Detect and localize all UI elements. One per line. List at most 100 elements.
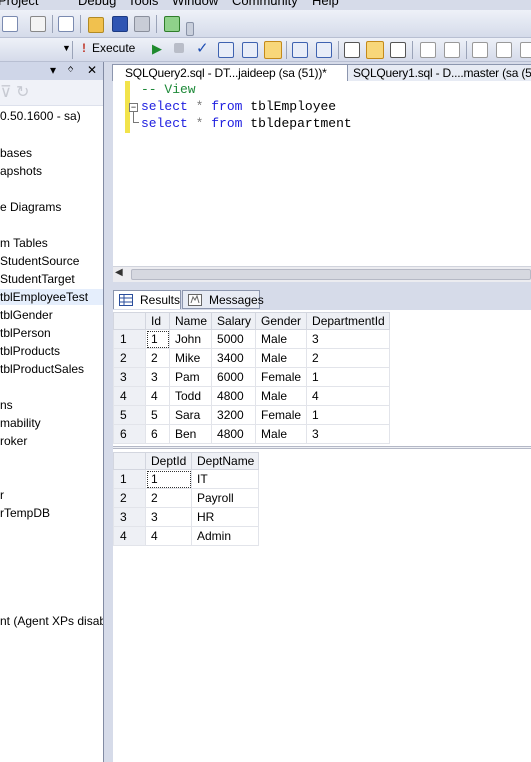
print-icon[interactable] <box>134 16 150 32</box>
close-icon[interactable]: ✕ <box>87 63 97 77</box>
grid-cell[interactable]: HR <box>190 507 260 527</box>
grid-cell[interactable]: 1 <box>145 329 170 349</box>
grid-cell[interactable]: Ben <box>168 424 213 444</box>
grid-cell[interactable]: 3 <box>306 424 390 444</box>
grid-cell[interactable]: 2 <box>145 348 170 368</box>
grid-cell[interactable]: 5000 <box>211 329 257 349</box>
tree-node-table[interactable]: StudentTarget <box>0 271 75 287</box>
column-header[interactable]: DeptName <box>190 452 260 470</box>
grid-cell[interactable]: Todd <box>168 386 213 406</box>
query-options-icon[interactable] <box>242 42 258 58</box>
row-number[interactable]: 5 <box>113 405 146 425</box>
filter-icon[interactable]: ⊽ <box>0 82 12 102</box>
row-number[interactable]: 4 <box>113 526 146 546</box>
tree-node-server[interactable]: 0.50.1600 - sa) <box>0 108 81 124</box>
grid-cell[interactable]: Male <box>255 424 308 444</box>
grid-cell[interactable]: 5 <box>145 405 170 425</box>
row-number[interactable]: 1 <box>113 329 146 349</box>
auto-hide-pin-icon[interactable]: ᛜ <box>67 63 74 77</box>
intellisense-icon[interactable] <box>264 41 282 59</box>
row-number[interactable]: 4 <box>113 386 146 406</box>
row-number[interactable]: 3 <box>113 367 146 387</box>
row-number[interactable]: 1 <box>113 469 146 489</box>
tree-node-system-tables[interactable]: m Tables <box>0 235 48 251</box>
column-header[interactable]: Salary <box>211 312 257 330</box>
query-editor[interactable]: − -- View select * from tblEmployee sele… <box>113 81 531 266</box>
tree-node-agent[interactable]: nt (Agent XPs disabl <box>0 613 103 629</box>
column-header[interactable]: DepartmentId <box>306 312 390 330</box>
collapse-icon[interactable]: − <box>129 103 138 112</box>
department-results-grid[interactable]: DeptId DeptName 1 1 IT 2 2 Payroll 3 3 HR 4 4 Ad… <box>113 452 260 546</box>
menu-tools[interactable]: Tools <box>128 0 158 8</box>
pin-dropdown-icon[interactable]: ▾ <box>50 63 56 77</box>
grid-cell[interactable]: 3 <box>145 367 170 387</box>
table-row[interactable]: 5 5 Sara 3200 Female 1 <box>113 405 390 425</box>
scroll-left-arrow-icon[interactable]: ◀ <box>115 267 123 278</box>
menu-debug[interactable]: Debug <box>78 0 116 8</box>
grid-cell[interactable]: Admin <box>190 526 260 546</box>
tree-node-folder[interactable]: ns <box>0 397 13 413</box>
tree-node-table[interactable]: tblProductSales <box>0 361 84 377</box>
tree-node-table-selected[interactable]: tblEmployeeTest <box>0 289 103 305</box>
grid-cell[interactable]: 3400 <box>211 348 257 368</box>
grid-cell[interactable]: 6000 <box>211 367 257 387</box>
tree-node-folder[interactable]: r <box>0 487 4 503</box>
menu-community[interactable]: Community <box>232 0 298 8</box>
grid-cell[interactable]: Male <box>255 386 308 406</box>
execute-button[interactable]: ! Execute <box>82 41 135 59</box>
grid-cell[interactable]: 3 <box>306 329 390 349</box>
tab-sqlquery2-active[interactable]: SQLQuery2.sql - DT...jaideep (sa (51))* <box>112 64 348 81</box>
grid-cell[interactable]: Female <box>255 405 308 425</box>
design-query-icon[interactable] <box>292 42 308 58</box>
table-row[interactable]: 4 4 Todd 4800 Male 4 <box>113 386 390 406</box>
specify-template-icon[interactable] <box>520 42 531 58</box>
table-row[interactable]: 3 3 Pam 6000 Female 1 <box>113 367 390 387</box>
results-to-grid-icon[interactable] <box>366 41 384 59</box>
grid-cell[interactable]: 3 <box>145 507 192 527</box>
tree-node-snapshots[interactable]: apshots <box>0 163 42 179</box>
scrollbar-thumb[interactable] <box>131 269 531 280</box>
tree-node-table[interactable]: tblGender <box>0 307 53 323</box>
row-number[interactable]: 2 <box>113 488 146 508</box>
new-window-icon[interactable] <box>2 16 18 32</box>
parse-icon[interactable]: ✓ <box>196 39 209 57</box>
grid-cell[interactable]: Payroll <box>190 488 260 508</box>
open-folder-icon[interactable] <box>88 17 104 33</box>
grid-cell[interactable]: John <box>168 329 213 349</box>
tree-node-table[interactable]: StudentSource <box>0 253 79 269</box>
employee-results-grid[interactable]: Id Name Salary Gender DepartmentId 1 1 Joh… <box>113 312 390 444</box>
tree-node-folder[interactable]: mability <box>0 415 41 431</box>
tab-sqlquery1[interactable]: SQLQuery1.sql - D....master (sa (54)) <box>340 64 531 81</box>
table-row[interactable]: 1 1 IT <box>113 469 260 489</box>
tab-messages[interactable]: Messages <box>182 290 264 309</box>
grid-cell[interactable]: 6 <box>145 424 170 444</box>
comment-lines-icon[interactable] <box>420 42 436 58</box>
grid-cell[interactable]: 4 <box>306 386 390 406</box>
column-header[interactable]: Name <box>168 312 213 330</box>
row-number[interactable]: 3 <box>113 507 146 527</box>
tab-results[interactable]: Results <box>113 290 181 309</box>
table-row[interactable]: 2 2 Payroll <box>113 488 260 508</box>
decrease-indent-icon[interactable] <box>472 42 488 58</box>
toolbar-options-icon[interactable] <box>186 22 194 36</box>
estimated-plan-icon[interactable] <box>218 42 234 58</box>
grid-cell[interactable]: Male <box>255 329 308 349</box>
debug-icon[interactable]: ▶ <box>152 41 162 57</box>
tree-node-folder[interactable]: rTempDB <box>0 505 50 521</box>
grid-cell[interactable]: 2 <box>145 488 192 508</box>
editor-horizontal-scrollbar[interactable]: ◀ <box>113 266 531 282</box>
grid-cell[interactable]: Male <box>255 348 308 368</box>
new-file-icon[interactable] <box>58 16 74 32</box>
increase-indent-icon[interactable] <box>496 42 512 58</box>
menu-window[interactable]: Window <box>172 0 218 8</box>
column-header[interactable]: Gender <box>255 312 308 330</box>
grid-cell[interactable]: 4 <box>145 526 192 546</box>
row-number[interactable]: 6 <box>113 424 146 444</box>
tree-node-table[interactable]: tblProducts <box>0 343 60 359</box>
grid-cell[interactable]: Sara <box>168 405 213 425</box>
grid-cell[interactable]: 1 <box>145 469 192 489</box>
grid-cell[interactable]: 1 <box>306 367 390 387</box>
grid-cell[interactable]: Mike <box>168 348 213 368</box>
table-row[interactable]: 6 6 Ben 4800 Male 3 <box>113 424 390 444</box>
table-row[interactable]: 4 4 Admin <box>113 526 260 546</box>
